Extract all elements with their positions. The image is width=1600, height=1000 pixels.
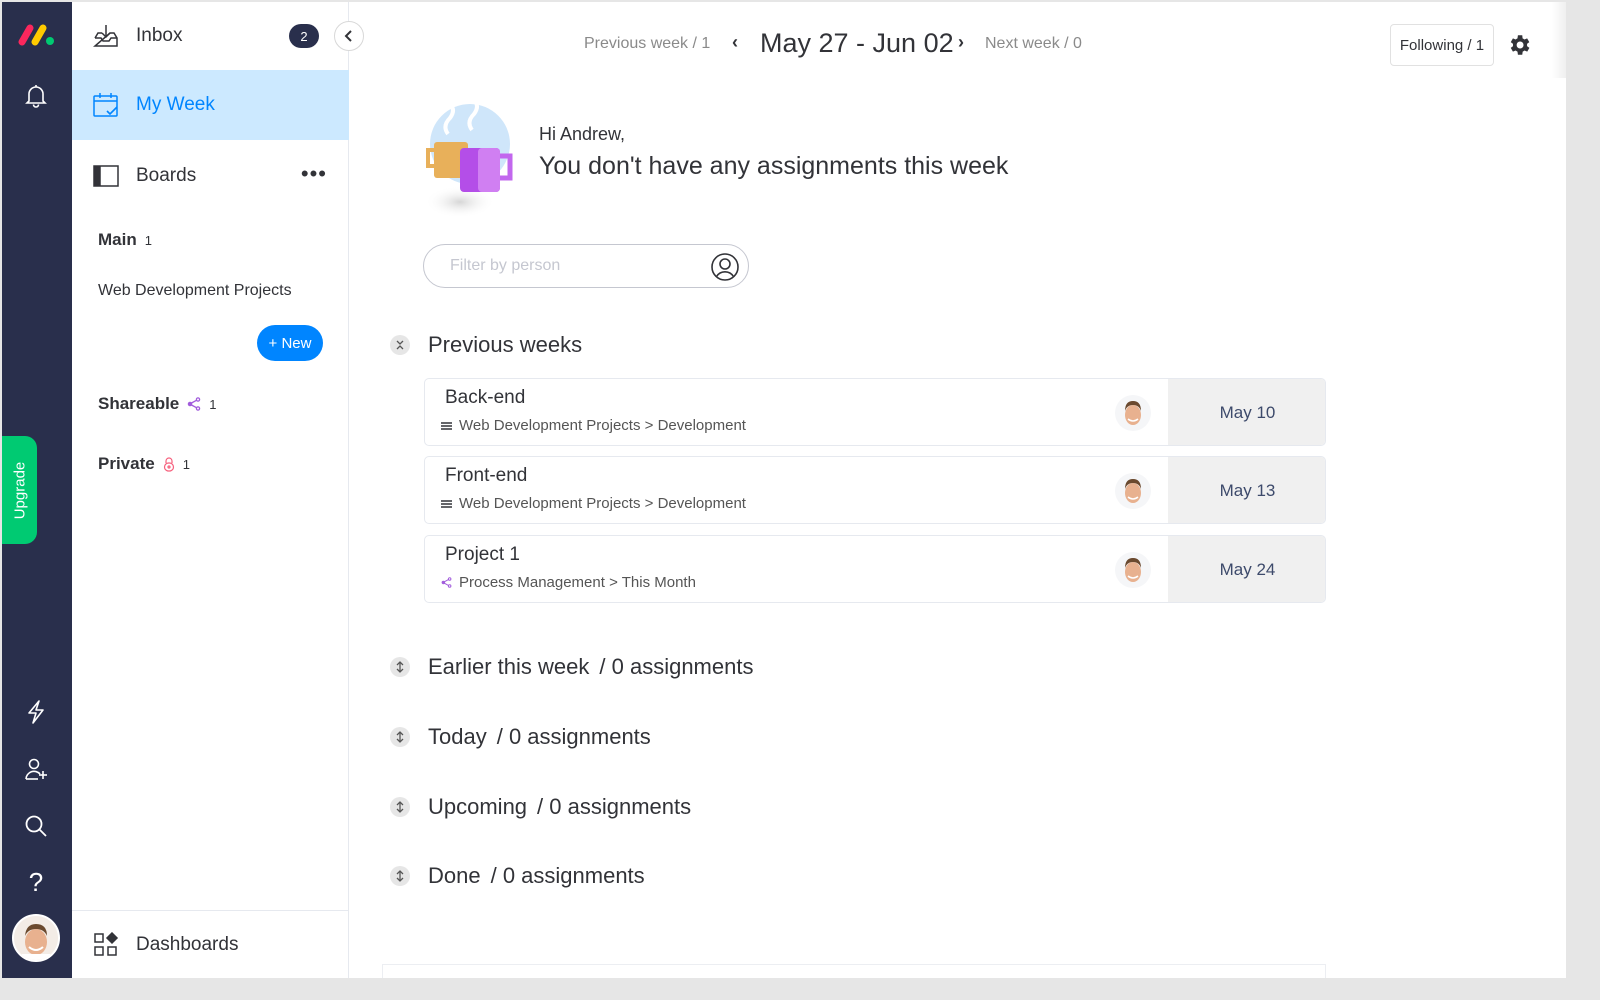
assignment-path: Web Development Projects > Development bbox=[441, 495, 746, 512]
coffee-mugs-illustration bbox=[425, 102, 513, 218]
expand-icon[interactable] bbox=[390, 866, 410, 886]
workspace-name: Shareable bbox=[98, 394, 180, 413]
next-week-link[interactable]: Next week / 0 bbox=[985, 35, 1082, 53]
assignment-title: Front-end bbox=[445, 465, 528, 486]
sidebar-item-my-week[interactable]: My Week bbox=[72, 70, 349, 140]
calendar-check-icon bbox=[92, 91, 120, 119]
chevron-left-icon bbox=[344, 30, 352, 42]
boards-label: Boards bbox=[136, 165, 197, 186]
upgrade-label: Upgrade bbox=[11, 461, 29, 519]
main-content: Previous week / 1 ‹ May 27 - Jun 02 › Ne… bbox=[350, 2, 1566, 978]
sidebar-item-inbox[interactable]: Inbox 2 bbox=[72, 2, 349, 70]
assignee-avatar[interactable] bbox=[1115, 473, 1151, 509]
my-week-label: My Week bbox=[136, 94, 215, 115]
previous-weeks-header[interactable]: Previous weeks bbox=[390, 332, 582, 358]
assignment-date: May 10 bbox=[1168, 379, 1325, 445]
invite-user-icon[interactable] bbox=[22, 755, 50, 783]
section-title: Today bbox=[428, 724, 487, 749]
workspace-count: 1 bbox=[209, 396, 217, 412]
search-icon[interactable] bbox=[22, 812, 50, 840]
gear-icon[interactable] bbox=[1506, 32, 1532, 58]
workspace-count: 1 bbox=[144, 232, 152, 248]
collapse-icon[interactable] bbox=[390, 335, 410, 355]
assignment-path-text: Process Management > This Month bbox=[459, 574, 696, 591]
section-title: Upcoming bbox=[428, 794, 528, 819]
previous-week-link[interactable]: Previous week / 1 bbox=[584, 35, 710, 53]
filter-by-person-field bbox=[423, 244, 749, 288]
expand-icon[interactable] bbox=[390, 727, 410, 747]
inbox-icon bbox=[92, 22, 120, 50]
section-earlier-this-week[interactable]: Earlier this week / 0 assignments bbox=[390, 654, 753, 680]
lock-icon bbox=[163, 456, 175, 472]
assignment-date: May 13 bbox=[1168, 457, 1325, 523]
chevron-right-icon[interactable]: › bbox=[958, 32, 964, 53]
user-avatar[interactable] bbox=[12, 914, 60, 962]
greeting-message: You don't have any assignments this week bbox=[539, 152, 1009, 180]
assignment-path: Web Development Projects > Development bbox=[441, 417, 746, 434]
board-icon bbox=[441, 420, 453, 432]
sidebar-item-boards[interactable]: Boards ••• bbox=[72, 142, 349, 210]
app-window: Upgrade ? Inbox 2 My Week Boards ••• Mai… bbox=[2, 2, 1566, 978]
assignment-card-front-end[interactable]: Front-end Web Development Projects > Dev… bbox=[424, 456, 1326, 524]
assignment-path-text: Web Development Projects > Development bbox=[459, 417, 746, 434]
share-icon bbox=[441, 577, 453, 589]
section-count: / 0 assignments bbox=[599, 654, 754, 679]
section-count: / 0 assignments bbox=[537, 794, 692, 819]
boards-icon bbox=[92, 162, 120, 190]
week-range-title: May 27 - Jun 02 bbox=[760, 28, 954, 58]
dashboards-label: Dashboards bbox=[136, 933, 239, 955]
bottom-card-edge bbox=[382, 964, 1326, 978]
workspace-main[interactable]: Main 1 bbox=[98, 230, 152, 250]
board-icon bbox=[441, 498, 453, 510]
help-icon[interactable]: ? bbox=[22, 867, 50, 897]
section-title: Earlier this week bbox=[428, 654, 590, 679]
boards-more-options-button[interactable]: ••• bbox=[301, 163, 327, 185]
lightning-icon[interactable] bbox=[22, 698, 50, 726]
dashboards-icon bbox=[92, 931, 120, 959]
section-count: / 0 assignments bbox=[496, 724, 651, 749]
upgrade-button[interactable]: Upgrade bbox=[2, 436, 37, 544]
sidebar-item-dashboards[interactable]: Dashboards bbox=[72, 910, 349, 978]
week-navigation: Previous week / 1 ‹ May 27 - Jun 02 › Ne… bbox=[350, 24, 1566, 66]
expand-icon[interactable] bbox=[390, 657, 410, 677]
monday-logo[interactable] bbox=[18, 24, 56, 46]
person-icon[interactable] bbox=[710, 252, 740, 282]
section-upcoming[interactable]: Upcoming / 0 assignments bbox=[390, 794, 691, 820]
notifications-bell-icon[interactable] bbox=[22, 82, 50, 110]
assignment-title: Project 1 bbox=[445, 544, 520, 565]
filter-by-person-input[interactable] bbox=[450, 257, 690, 275]
workspace-private[interactable]: Private 1 bbox=[98, 454, 190, 474]
assignee-avatar[interactable] bbox=[1115, 395, 1151, 431]
assignee-avatar[interactable] bbox=[1115, 552, 1151, 588]
following-button[interactable]: Following / 1 bbox=[1390, 24, 1494, 66]
assignment-date: May 24 bbox=[1168, 536, 1325, 602]
workspace-name: Main bbox=[98, 230, 137, 249]
section-title: Done bbox=[428, 863, 481, 888]
workspace-name: Private bbox=[98, 454, 155, 473]
chevron-left-icon[interactable]: ‹ bbox=[732, 32, 738, 53]
left-rail: Upgrade ? bbox=[2, 2, 72, 978]
section-today[interactable]: Today / 0 assignments bbox=[390, 724, 651, 750]
scroll-shadow bbox=[1552, 2, 1566, 78]
workspace-count: 1 bbox=[182, 456, 190, 472]
assignment-card-project-1[interactable]: Project 1 Process Management > This Mont… bbox=[424, 535, 1326, 603]
section-count: / 0 assignments bbox=[490, 863, 645, 888]
section-title: Previous weeks bbox=[428, 332, 583, 357]
greeting-hi: Hi Andrew, bbox=[539, 124, 626, 144]
board-link-web-development-projects[interactable]: Web Development Projects bbox=[98, 282, 292, 300]
share-icon bbox=[187, 397, 201, 411]
inbox-count-badge: 2 bbox=[289, 24, 319, 48]
assignment-path-text: Web Development Projects > Development bbox=[459, 495, 746, 512]
collapse-sidebar-button[interactable] bbox=[334, 21, 364, 51]
assignment-title: Back-end bbox=[445, 387, 526, 408]
new-board-button[interactable]: + New bbox=[257, 325, 323, 361]
inbox-label: Inbox bbox=[136, 25, 183, 46]
sidebar: Inbox 2 My Week Boards ••• Main 1 Web De… bbox=[72, 2, 349, 978]
section-done[interactable]: Done / 0 assignments bbox=[390, 863, 645, 889]
assignment-path: Process Management > This Month bbox=[441, 574, 696, 591]
workspace-shareable[interactable]: Shareable 1 bbox=[98, 394, 217, 414]
expand-icon[interactable] bbox=[390, 797, 410, 817]
assignment-card-back-end[interactable]: Back-end Web Development Projects > Deve… bbox=[424, 378, 1326, 446]
